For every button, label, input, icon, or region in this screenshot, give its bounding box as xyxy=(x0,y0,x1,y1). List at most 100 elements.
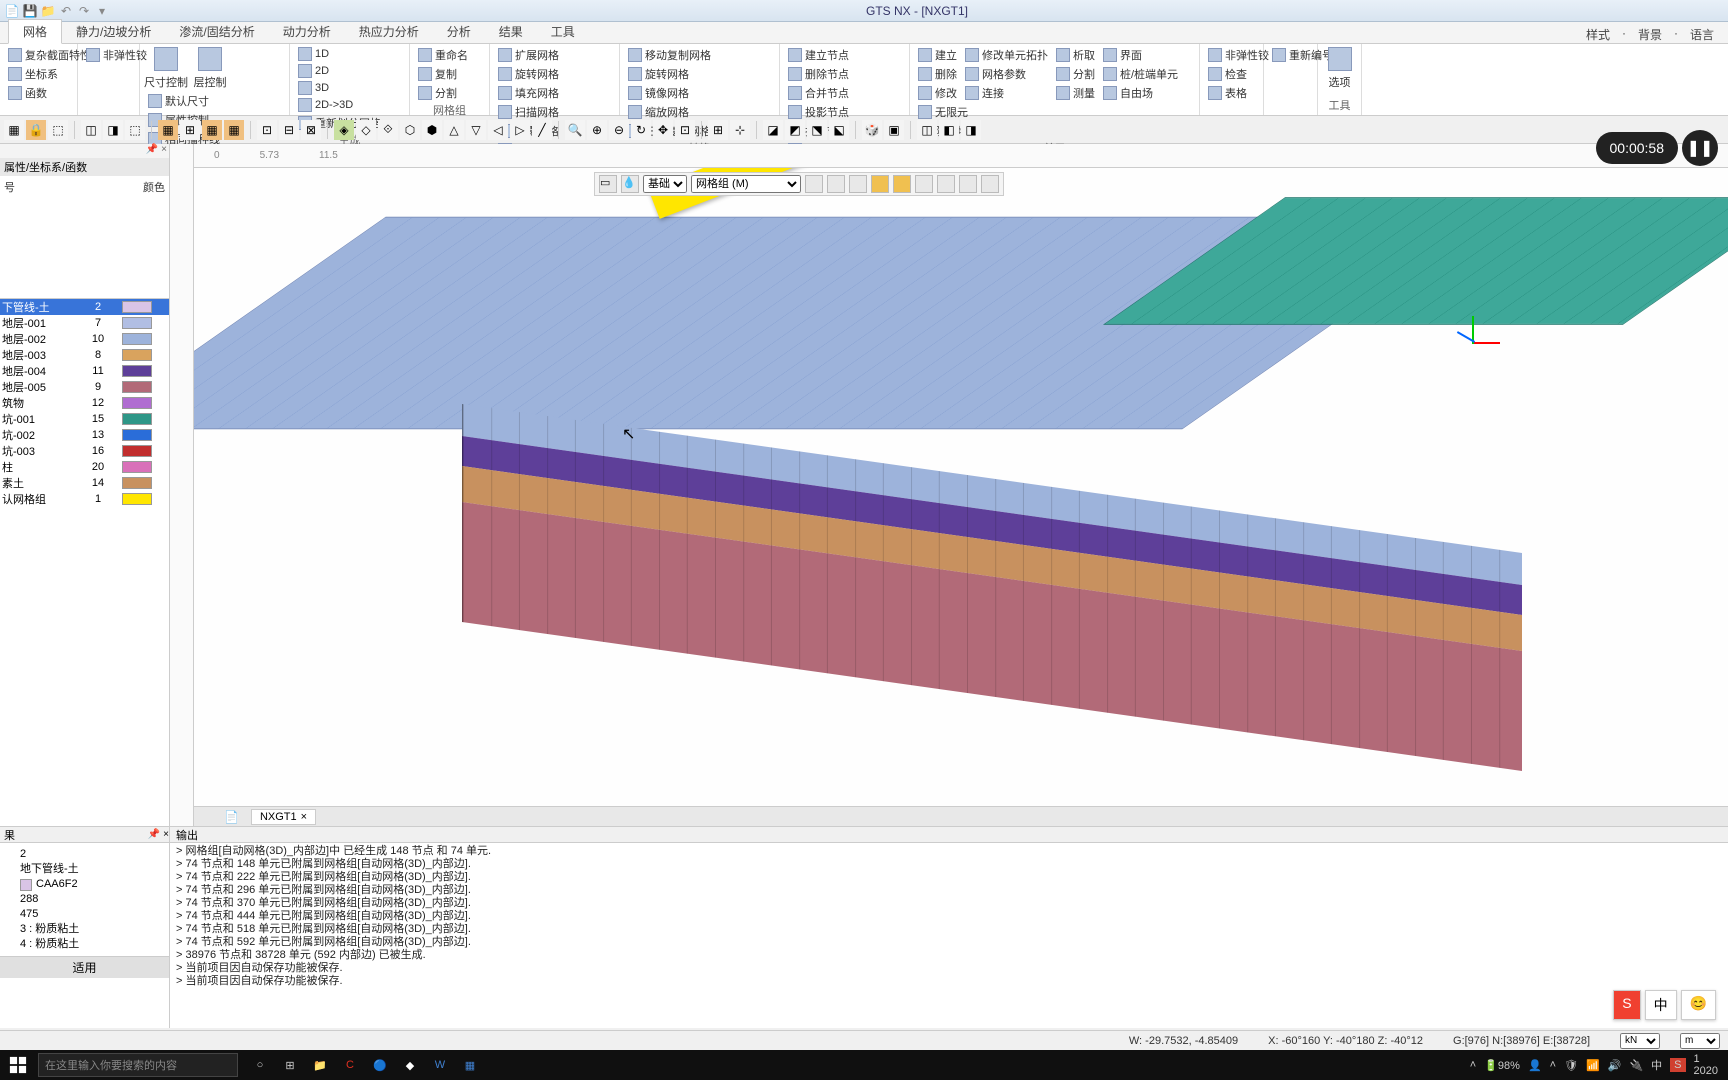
ribbon-el-extract[interactable]: 析取 xyxy=(1054,46,1097,64)
taskview-icon[interactable]: ⊞ xyxy=(280,1055,300,1075)
ribbon-rotate-mesh[interactable]: 旋转网格 xyxy=(496,65,561,83)
tb-iso2[interactable]: ◩ xyxy=(785,120,805,140)
tb-grid[interactable]: ▦ xyxy=(158,120,178,140)
ribbon-el-param[interactable]: 网格参数 xyxy=(963,65,1050,83)
app-gts-icon[interactable]: ▦ xyxy=(460,1055,480,1075)
ribbon-copy[interactable]: 复制 xyxy=(416,65,470,83)
layer-row[interactable]: 下管线-土2 xyxy=(0,299,169,315)
layer-row[interactable]: 地层-00411 xyxy=(0,363,169,379)
tb-10[interactable]: ▦ xyxy=(224,120,244,140)
ribbon-1d[interactable]: 1D xyxy=(296,46,331,62)
tb-1[interactable]: ▦ xyxy=(4,120,24,140)
tb-20[interactable]: ▽ xyxy=(466,120,486,140)
ribbon-create-node[interactable]: 建立节点 xyxy=(786,46,851,64)
tab-result[interactable]: 结果 xyxy=(485,20,537,43)
ribbon-el-interface[interactable]: 界面 xyxy=(1101,46,1180,64)
layer-row[interactable]: 地层-00210 xyxy=(0,331,169,347)
tb-sel2[interactable]: ◧ xyxy=(939,120,959,140)
tb-zoomext[interactable]: 🔍 xyxy=(565,120,585,140)
ribbon-el-create[interactable]: 建立 xyxy=(916,46,959,64)
tb-15[interactable]: ◇ xyxy=(356,120,376,140)
tb-iso4[interactable]: ⬕ xyxy=(829,120,849,140)
result-pin-icon[interactable]: 📌 × xyxy=(148,829,169,840)
tb-13[interactable]: ⊠ xyxy=(301,120,321,140)
unit-length-select[interactable]: m xyxy=(1680,1033,1720,1049)
tb-4[interactable]: ◫ xyxy=(81,120,101,140)
ime-zh[interactable]: 中 xyxy=(1645,990,1677,1020)
cortana-icon[interactable]: ○ xyxy=(250,1055,270,1075)
lang-link[interactable]: 语言 xyxy=(1690,26,1714,43)
ribbon-extrude[interactable]: 扩展网格 xyxy=(496,46,561,64)
ribbon-el-topo[interactable]: 修改单元拓扑 xyxy=(963,46,1050,64)
ribbon-default-size[interactable]: 默认尺寸 xyxy=(146,92,222,110)
ribbon-el-pile[interactable]: 桩/桩端单元 xyxy=(1101,65,1180,83)
tb-zoomout[interactable]: ⊖ xyxy=(609,120,629,140)
apply-button[interactable]: 适用 xyxy=(0,956,169,978)
qat-save-icon[interactable]: 💾 xyxy=(22,3,38,19)
ribbon-mirror[interactable]: 镜像网格 xyxy=(626,84,713,102)
qat-redo-icon[interactable]: ↷ xyxy=(76,3,92,19)
tb-23[interactable]: ╱ xyxy=(532,120,552,140)
tb-22[interactable]: ▷ xyxy=(510,120,530,140)
ribbon-el-modify[interactable]: 修改 xyxy=(916,84,959,102)
wifi-icon[interactable]: 📶 xyxy=(1586,1059,1600,1072)
ribbon-rotate2[interactable]: 旋转网格 xyxy=(626,65,713,83)
ime-emoji[interactable]: 😊 xyxy=(1681,990,1716,1020)
tb-21[interactable]: ◁ xyxy=(488,120,508,140)
layer-row[interactable]: 筑物12 xyxy=(0,395,169,411)
taskbar-search[interactable]: 在这里输入你要搜索的内容 xyxy=(38,1053,238,1077)
ribbon-fill-mesh[interactable]: 填充网格 xyxy=(496,84,561,102)
tb-iso1[interactable]: ◪ xyxy=(763,120,783,140)
vp-b3[interactable] xyxy=(849,175,867,193)
qat-dropdown-icon[interactable]: ▾ xyxy=(94,3,110,19)
vp-b6[interactable] xyxy=(915,175,933,193)
ribbon-el-freefield[interactable]: 自由场 xyxy=(1101,84,1180,102)
tb-18[interactable]: ⬢ xyxy=(422,120,442,140)
tb-3[interactable]: ⬚ xyxy=(48,120,68,140)
battery-icon[interactable]: 🔋98% xyxy=(1484,1059,1520,1072)
app-word-icon[interactable]: W xyxy=(430,1055,450,1075)
output-body[interactable]: > 网格组[自动网格(3D)_内部边]中 已经生成 148 节点 和 74 单元… xyxy=(170,843,1728,1028)
tab-dynamic[interactable]: 动力分析 xyxy=(269,20,345,43)
tb-2[interactable]: 🔒 xyxy=(26,120,46,140)
tab-seepage[interactable]: 渗流/固结分析 xyxy=(165,20,268,43)
viewport[interactable]: 05.7311.5 ▭ 💧 基础 网格组 (M) xyxy=(170,144,1728,826)
ribbon-split[interactable]: 分割 xyxy=(416,84,470,102)
layer-row[interactable]: 地层-0017 xyxy=(0,315,169,331)
layer-row[interactable]: 地层-0038 xyxy=(0,347,169,363)
ribbon-table[interactable]: 表格 xyxy=(1206,84,1271,102)
tb-17[interactable]: ⬡ xyxy=(400,120,420,140)
ribbon-layer-control[interactable]: 层控制 xyxy=(190,46,230,91)
ribbon-size-control[interactable]: 尺寸控制 xyxy=(146,46,186,91)
qat-new-icon[interactable]: 📄 xyxy=(4,3,20,19)
clock[interactable]: 12020 xyxy=(1694,1053,1718,1077)
ime-zh-icon[interactable]: 中 xyxy=(1651,1057,1662,1073)
tb-12[interactable]: ⊟ xyxy=(279,120,299,140)
tb-6[interactable]: ⬚ xyxy=(125,120,145,140)
tb-zoomin[interactable]: ⊕ xyxy=(587,120,607,140)
tb-9[interactable]: ▦ xyxy=(202,120,222,140)
ribbon-el-measure[interactable]: 测量 xyxy=(1054,84,1097,102)
tb-14[interactable]: ◈ xyxy=(334,120,354,140)
panel-tabs[interactable]: 属性/坐标系/函数 xyxy=(0,158,169,176)
ribbon-check[interactable]: 检查 xyxy=(1206,65,1271,83)
vp-filter-select[interactable]: 基础 xyxy=(643,175,687,193)
pause-button[interactable]: ❚❚ xyxy=(1682,130,1718,166)
layer-row[interactable]: 坑-00316 xyxy=(0,443,169,459)
layer-row[interactable]: 坑-00213 xyxy=(0,427,169,443)
layer-row[interactable]: 地层-0059 xyxy=(0,379,169,395)
tb-axis[interactable]: ⊹ xyxy=(730,120,750,140)
panel-pin[interactable]: 📌 × xyxy=(0,144,169,158)
tab-static[interactable]: 静力/边坡分析 xyxy=(62,20,165,43)
ribbon-el-infinite[interactable]: 无限元 xyxy=(916,103,970,121)
doc-tab[interactable]: NXGT1× xyxy=(251,809,316,825)
ribbon-move-copy[interactable]: 移动复制网格 xyxy=(626,46,713,64)
vp-sel-icon[interactable]: ▭ xyxy=(599,175,617,193)
layer-list[interactable]: 下管线-土2地层-0017地层-00210地层-0038地层-00411地层-0… xyxy=(0,298,169,826)
app-unknown-icon[interactable]: ◆ xyxy=(400,1055,420,1075)
ribbon-sweep-mesh[interactable]: 扫描网格 xyxy=(496,103,561,121)
tab-tool[interactable]: 工具 xyxy=(537,20,589,43)
vp-group-select[interactable]: 网格组 (M) xyxy=(691,175,801,193)
layer-row[interactable]: 坑-00115 xyxy=(0,411,169,427)
tray-icon-1[interactable]: 👤 xyxy=(1528,1059,1542,1072)
